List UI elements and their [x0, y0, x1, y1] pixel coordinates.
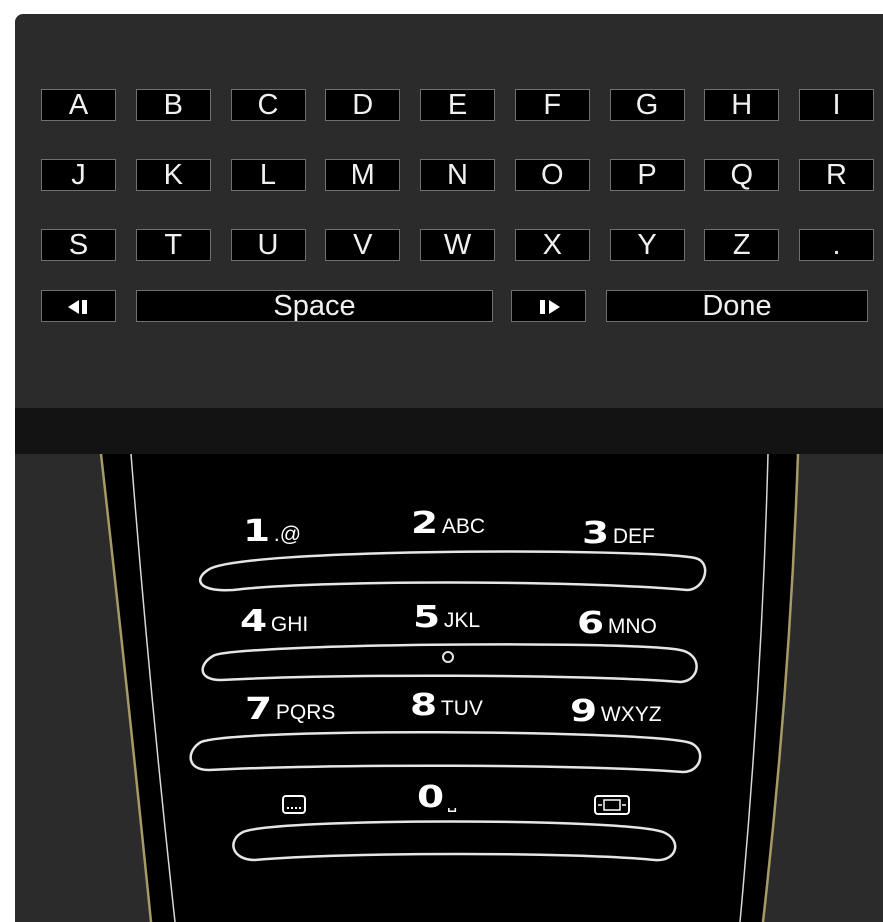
key-p[interactable]: P: [609, 159, 685, 191]
on-screen-keyboard: ABCDEFGHI JKLMNOPQR STUVWXYZ. Space Done: [15, 14, 883, 408]
cursor-left-button[interactable]: [41, 290, 116, 322]
key-i[interactable]: I: [799, 89, 874, 121]
cursor-right-button[interactable]: [511, 290, 586, 322]
key-g[interactable]: G: [609, 89, 685, 121]
key-x[interactable]: X: [514, 229, 590, 261]
key-r[interactable]: R: [799, 159, 874, 191]
key-j[interactable]: J: [41, 159, 116, 191]
remote-key-8: 8 TUV: [410, 688, 483, 723]
space-button[interactable]: Space: [136, 290, 493, 322]
remote-control-illustration: 1 .@ 2 ABC 3 DEF 4 GHI 5 JKL 6 MNO 7 PQRS 8 TUV …: [15, 454, 883, 922]
remote-key-0: 0 ⎵: [417, 780, 457, 815]
key-e[interactable]: E: [420, 89, 495, 121]
remote-key-6: 6 MNO: [577, 606, 657, 641]
remote-key-7: 7 PQRS: [245, 692, 336, 727]
key-q[interactable]: Q: [704, 159, 780, 191]
remote-key-1: 1 .@: [243, 514, 302, 549]
key-l[interactable]: L: [230, 159, 306, 191]
key-m[interactable]: M: [325, 159, 401, 191]
remote-key-4: 4 GHI: [240, 604, 309, 639]
key-t[interactable]: T: [135, 229, 211, 261]
key-c[interactable]: C: [230, 89, 306, 121]
key-b[interactable]: B: [135, 89, 211, 121]
cursor-left-icon: [42, 299, 115, 315]
separator-band: [15, 408, 883, 454]
key-n[interactable]: N: [420, 159, 495, 191]
key-period[interactable]: .: [799, 229, 874, 261]
cursor-right-icon: [512, 299, 585, 315]
remote-key-5: 5 JKL: [413, 600, 481, 635]
key-d[interactable]: D: [325, 89, 401, 121]
key-f[interactable]: F: [514, 89, 590, 121]
remote-key-9: 9 WXYZ: [570, 694, 662, 729]
key-o[interactable]: O: [514, 159, 590, 191]
key-v[interactable]: V: [325, 229, 401, 261]
remote-key-3: 3 DEF: [582, 516, 655, 551]
key-w[interactable]: W: [420, 229, 495, 261]
key-k[interactable]: K: [135, 159, 211, 191]
key-s[interactable]: S: [41, 229, 116, 261]
key-y[interactable]: Y: [609, 229, 685, 261]
done-button[interactable]: Done: [606, 290, 868, 322]
key-a[interactable]: A: [41, 89, 116, 121]
key-h[interactable]: H: [704, 89, 780, 121]
remote-key-2: 2 ABC: [411, 506, 486, 541]
key-z[interactable]: Z: [704, 229, 780, 261]
key-u[interactable]: U: [230, 229, 306, 261]
